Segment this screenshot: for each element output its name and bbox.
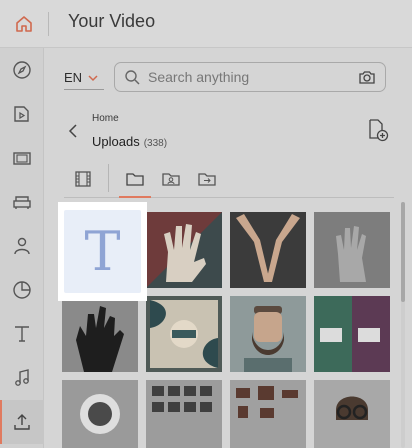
search-input[interactable]: Search anything: [114, 62, 386, 92]
breadcrumb-current: Uploads (338): [92, 134, 167, 149]
tab-divider: [108, 164, 109, 192]
top-bar: Your Video: [0, 0, 412, 48]
sidebar-item-media[interactable]: [0, 92, 44, 136]
pie-chart-icon: [13, 281, 31, 299]
home-button[interactable]: [0, 0, 48, 48]
tab-characters[interactable]: [158, 166, 184, 192]
page-title: Your Video: [68, 11, 156, 31]
media-item[interactable]: [146, 380, 222, 448]
tab-video[interactable]: [70, 166, 96, 192]
film-icon: [75, 171, 91, 187]
media-item[interactable]: [230, 380, 306, 448]
sidebar-item-uploads[interactable]: [0, 400, 44, 444]
chevron-down-icon: [88, 74, 98, 81]
sidebar-item-characters[interactable]: [0, 224, 44, 268]
camera-icon[interactable]: [358, 68, 376, 86]
sidebar-item-music[interactable]: [0, 356, 44, 400]
media-item[interactable]: [314, 212, 390, 288]
grid-scrollbar[interactable]: [401, 202, 405, 448]
breadcrumb-parent[interactable]: Home: [92, 113, 119, 124]
media-item[interactable]: [230, 212, 306, 288]
breadcrumb-current-label: Uploads: [92, 134, 140, 149]
upload-icon: [14, 414, 30, 430]
text-glyph: T: [84, 220, 121, 283]
media-item[interactable]: [62, 380, 138, 448]
add-file-icon: [369, 119, 389, 142]
content-tabs: [64, 164, 394, 198]
text-template-tile[interactable]: T: [58, 202, 147, 301]
sofa-icon: [13, 196, 31, 209]
search-icon: [125, 70, 140, 85]
media-item[interactable]: [314, 296, 390, 372]
clips-icon: [13, 152, 31, 165]
sidebar-item-text[interactable]: [0, 312, 44, 356]
search-placeholder: Search anything: [148, 69, 250, 85]
sidebar-item-compass[interactable]: [0, 48, 44, 92]
import-folder-icon: [198, 173, 216, 186]
media-item[interactable]: [230, 296, 306, 372]
media-item[interactable]: [146, 296, 222, 372]
media-file-icon: [14, 106, 29, 122]
sidebar-item-charts[interactable]: [0, 268, 44, 312]
text-template-preview: T: [64, 210, 141, 293]
scrollbar-thumb[interactable]: [401, 202, 405, 302]
media-item[interactable]: [62, 296, 138, 372]
folder-icon: [126, 173, 144, 186]
language-selector[interactable]: EN: [64, 66, 104, 90]
music-note-icon: [15, 369, 29, 386]
header-divider: [48, 12, 49, 36]
sidebar-item-scenes[interactable]: [0, 180, 44, 224]
character-folder-icon: [162, 173, 180, 186]
text-icon: [15, 326, 29, 342]
media-item[interactable]: [314, 380, 390, 448]
chevron-left-icon: [68, 124, 77, 138]
item-count: (338): [143, 138, 168, 149]
tab-folders[interactable]: [119, 166, 151, 198]
compass-icon: [13, 61, 31, 79]
sidebar-item-clips[interactable]: [0, 136, 44, 180]
home-icon: [16, 16, 32, 32]
language-value: EN: [64, 70, 83, 85]
tab-import[interactable]: [194, 166, 220, 192]
media-item[interactable]: [146, 212, 222, 288]
person-icon: [14, 237, 30, 255]
sidebar: [0, 48, 44, 448]
new-folder-button[interactable]: [367, 118, 389, 142]
back-button[interactable]: [64, 122, 82, 140]
